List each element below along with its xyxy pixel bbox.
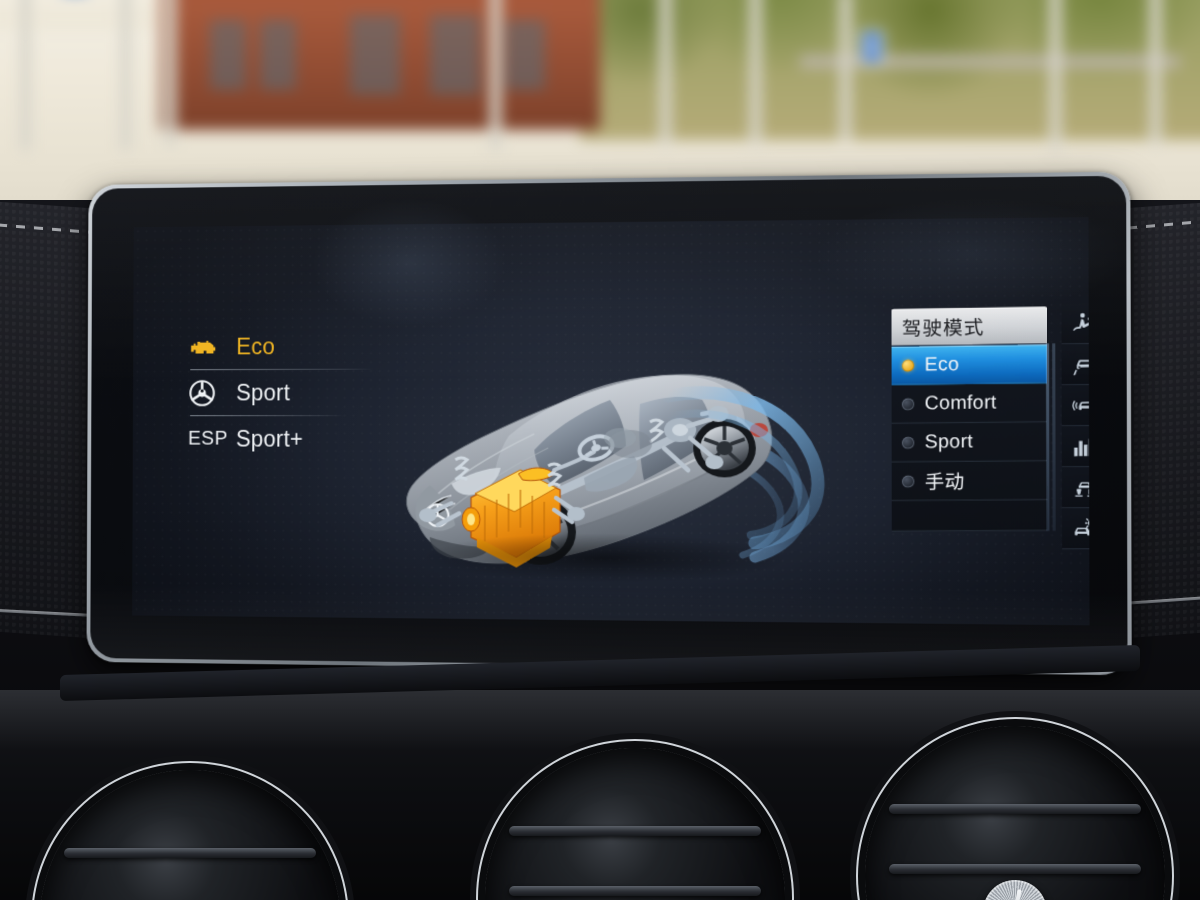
airflow-lines <box>658 377 861 549</box>
function-icon-strip[interactable] <box>1061 302 1090 550</box>
climate-icon[interactable] <box>1061 508 1090 550</box>
menu-scroll-rail[interactable] <box>1045 343 1050 531</box>
steering-wheel-icon <box>188 378 224 406</box>
screen-glass: Eco Sport ESP Sport+ 驾驶模式 Eco Comfort Sp… <box>90 175 1128 672</box>
status-row-sport-plus[interactable]: ESP Sport+ <box>188 416 401 462</box>
radio-unselected-icon <box>901 397 915 410</box>
menu-item-label: Comfort <box>924 391 997 414</box>
status-row-sport[interactable]: Sport <box>188 370 401 416</box>
status-label-sport: Sport <box>236 379 291 405</box>
drive-mode-menu-body[interactable]: Eco Comfort Sport 手动 <box>891 343 1056 532</box>
air-vent-left[interactable] <box>40 770 340 900</box>
menu-item-label: 手动 <box>924 471 965 494</box>
status-row-eco[interactable]: Eco <box>188 323 400 369</box>
menu-item-eco[interactable]: Eco <box>891 344 1048 386</box>
air-vent-knob[interactable] <box>983 880 1047 900</box>
menu-item-empty <box>891 500 1048 532</box>
engine-icon <box>188 335 224 358</box>
menu-item-label: Eco <box>924 353 960 376</box>
drive-mode-menu-title: 驾驶模式 <box>891 306 1047 346</box>
parking-sensor-icon[interactable] <box>1061 384 1090 427</box>
car-interior-scene: Eco Sport ESP Sport+ 驾驶模式 Eco Comfort Sp… <box>0 0 1200 900</box>
menu-item-label: Sport <box>924 430 974 453</box>
display-active-area[interactable]: Eco Sport ESP Sport+ 驾驶模式 Eco Comfort Sp… <box>132 217 1090 626</box>
radio-unselected-icon <box>901 474 915 488</box>
esp-label: ESP <box>188 427 228 449</box>
suspension-icon[interactable] <box>1061 466 1090 509</box>
air-vent-right[interactable] <box>865 726 1165 900</box>
status-label-eco: Eco <box>236 333 275 359</box>
radio-selected-icon <box>901 359 915 372</box>
lane-keeping-assist-icon[interactable] <box>1061 343 1090 386</box>
menu-item-manual[interactable]: 手动 <box>891 461 1048 502</box>
parking-sign-icon <box>860 30 884 64</box>
status-label-sport-plus: Sport+ <box>235 425 304 452</box>
menu-item-sport[interactable]: Sport <box>891 422 1048 463</box>
car-cutaway-illustration <box>361 317 861 621</box>
menu-scroll-rail-secondary <box>1052 343 1056 531</box>
menu-item-comfort[interactable]: Comfort <box>891 383 1048 424</box>
drive-program-icon[interactable] <box>1061 302 1090 345</box>
equalizer-icon[interactable] <box>1061 425 1090 468</box>
drive-status-list: Eco Sport ESP Sport+ <box>188 323 401 462</box>
air-vent-center[interactable] <box>485 748 785 900</box>
drive-mode-menu[interactable]: 驾驶模式 Eco Comfort Sport 手动 <box>891 306 1056 532</box>
infotainment-screen[interactable]: Eco Sport ESP Sport+ 驾驶模式 Eco Comfort Sp… <box>86 171 1132 676</box>
screen-bezel: Eco Sport ESP Sport+ 驾驶模式 Eco Comfort Sp… <box>86 171 1132 676</box>
radio-unselected-icon <box>901 436 915 449</box>
ac-vent-panel <box>0 690 1200 900</box>
